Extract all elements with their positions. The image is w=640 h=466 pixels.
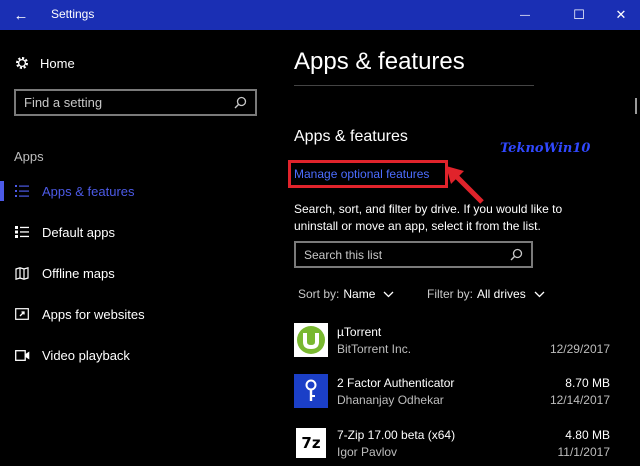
app-publisher: Dhananjay Odhekar	[337, 393, 444, 407]
scrollbar-thumb[interactable]	[635, 98, 637, 114]
sidebar-item-label: Default apps	[42, 224, 115, 240]
key-lock-icon	[294, 374, 328, 408]
list-item[interactable]: 2 Factor Authenticator Dhananjay Odhekar…	[294, 374, 610, 414]
list-item[interactable]: µTorrent BitTorrent Inc. 12/29/2017	[294, 323, 610, 363]
chevron-down-icon	[383, 291, 394, 297]
section-label-apps: Apps	[14, 149, 44, 164]
list-icon	[15, 185, 29, 197]
app-size: 4.80 MB	[565, 428, 610, 442]
gear-icon	[16, 57, 28, 69]
sidebar-item-label: Apps & features	[42, 183, 135, 199]
list-item[interactable]: 7z 7-Zip 17.00 beta (x64) Igor Pavlov 4.…	[294, 426, 610, 466]
sidebar-item-apps-features[interactable]: Apps & features	[0, 176, 272, 206]
sidebar-item-label: Video playback	[42, 347, 130, 363]
sidebar-item-offline-maps[interactable]: Offline maps	[0, 258, 272, 288]
manage-optional-features-link[interactable]: Manage optional features	[294, 167, 429, 181]
default-apps-icon	[15, 226, 29, 238]
sidebar: Home Find a setting Apps Apps & features	[0, 30, 272, 455]
app-name: µTorrent	[337, 325, 382, 339]
title-bar: ← Settings — ☐ ✕	[0, 0, 640, 30]
app-date: 12/29/2017	[549, 342, 610, 356]
sidebar-item-video-playback[interactable]: Video playback	[0, 340, 272, 370]
minimize-icon: —	[520, 9, 530, 21]
7zip-icon-text: 7z	[301, 434, 321, 452]
search-list-input[interactable]: Search this list	[294, 241, 533, 268]
open-external-icon	[15, 308, 29, 320]
close-button[interactable]: ✕	[598, 0, 640, 30]
home-button[interactable]: Home	[14, 55, 75, 71]
watermark: TeknoWin10	[500, 141, 591, 156]
page-title: Apps & features	[294, 48, 465, 75]
app-publisher: BitTorrent Inc.	[337, 342, 412, 356]
find-setting-input[interactable]: Find a setting	[14, 89, 257, 116]
sort-label: Sort by:	[298, 287, 340, 301]
search-icon	[510, 248, 523, 261]
video-icon	[14, 349, 29, 361]
find-setting-placeholder: Find a setting	[24, 95, 103, 110]
sort-by-dropdown[interactable]: Sort by: Name	[298, 287, 394, 301]
sidebar-item-apps-for-websites[interactable]: Apps for websites	[0, 299, 272, 329]
map-icon	[15, 266, 29, 280]
search-list-placeholder: Search this list	[304, 247, 383, 262]
sidebar-item-label: Apps for websites	[42, 306, 145, 322]
active-indicator	[0, 181, 4, 201]
chevron-down-icon	[534, 291, 545, 297]
home-label: Home	[40, 55, 75, 71]
back-arrow-icon: ←	[13, 6, 29, 24]
title-divider	[294, 85, 534, 86]
app-size: 8.70 MB	[565, 376, 610, 390]
filter-label: Filter by:	[427, 287, 474, 301]
back-button[interactable]: ←	[8, 4, 34, 26]
close-icon: ✕	[615, 7, 627, 22]
maximize-button[interactable]: ☐	[556, 0, 602, 30]
main-content: Apps & features TeknoWin10 Apps & featur…	[272, 30, 640, 460]
maximize-icon: ☐	[573, 7, 585, 22]
sidebar-item-label: Offline maps	[42, 265, 115, 281]
minimize-button[interactable]: —	[502, 0, 548, 30]
description-text: Search, sort, and filter by drive. If yo…	[294, 202, 563, 233]
utorrent-icon	[294, 323, 328, 357]
annotation-arrow-icon	[446, 166, 484, 204]
sort-value: Name	[343, 287, 376, 301]
app-date: 11/1/2017	[557, 445, 611, 459]
filter-by-dropdown[interactable]: Filter by: All drives	[427, 287, 545, 301]
window-title: Settings	[51, 7, 95, 21]
app-name: 2 Factor Authenticator	[337, 376, 455, 390]
section-title: Apps & features	[294, 128, 408, 145]
app-date: 12/14/2017	[549, 393, 610, 407]
filter-value: All drives	[477, 287, 526, 301]
app-name: 7-Zip 17.00 beta (x64)	[337, 428, 456, 442]
search-icon	[234, 96, 247, 109]
sidebar-item-default-apps[interactable]: Default apps	[0, 217, 272, 247]
app-publisher: Igor Pavlov	[337, 445, 398, 459]
